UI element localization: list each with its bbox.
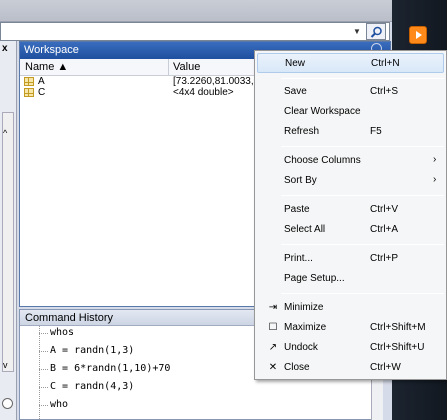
- list-item[interactable]: A = randn(1,3): [38, 345, 134, 356]
- close-icon: ✕: [268, 362, 278, 373]
- variable-name: A: [38, 76, 45, 87]
- menu-separator: [281, 244, 444, 245]
- menu-item-label: Clear Workspace: [284, 106, 361, 117]
- menu-item-shortcut: Ctrl+Shift+M: [370, 322, 426, 333]
- menu-item-print[interactable]: Print... Ctrl+P: [257, 249, 444, 269]
- menu-item-save[interactable]: Save Ctrl+S: [257, 82, 444, 102]
- menu-item-label: Save: [284, 86, 307, 97]
- menu-item-label: Page Setup...: [284, 273, 345, 284]
- menu-item-shortcut: Ctrl+Shift+U: [370, 342, 425, 353]
- scroll-up-icon[interactable]: ^: [3, 128, 7, 138]
- menu-separator: [281, 146, 444, 147]
- app-launch-icon[interactable]: [409, 26, 427, 44]
- chevron-down-icon[interactable]: ▼: [350, 24, 364, 39]
- column-header-value[interactable]: Value: [173, 61, 200, 73]
- menu-item-sort-by[interactable]: Sort By ›: [257, 171, 444, 191]
- context-menu: New Ctrl+N Save Ctrl+S Clear Workspace R…: [254, 50, 447, 380]
- menu-item-label: Select All: [284, 224, 326, 235]
- variable-name: C: [38, 87, 46, 98]
- menu-item-label: Choose Columns: [284, 155, 361, 166]
- menu-separator: [281, 195, 444, 196]
- menu-item-shortcut: Ctrl+S: [370, 86, 399, 97]
- menu-item-label: Sort By: [284, 175, 317, 186]
- menu-item-label: Maximize: [284, 322, 327, 333]
- column-header-name[interactable]: Name ▲: [25, 61, 68, 73]
- menu-item-label: Minimize: [284, 302, 324, 313]
- maximize-icon: ☐: [268, 322, 278, 333]
- menu-item-choose-columns[interactable]: Choose Columns ›: [257, 151, 444, 171]
- list-item[interactable]: B = 6*randn(1,10)+70: [38, 363, 170, 374]
- left-scrollbar[interactable]: [2, 112, 14, 372]
- menu-item-close[interactable]: ✕ Close Ctrl+W: [257, 358, 444, 378]
- variable-value: <4x4 double>: [173, 87, 234, 98]
- menu-item-minimize[interactable]: ⇥ Minimize: [257, 298, 444, 318]
- menu-separator: [281, 78, 444, 79]
- menu-item-select-all[interactable]: Select All Ctrl+A: [257, 220, 444, 240]
- chevron-right-icon: ›: [433, 174, 437, 185]
- search-icon: [370, 26, 382, 38]
- scroll-down-icon[interactable]: v: [3, 360, 8, 370]
- close-icon[interactable]: x: [2, 43, 8, 54]
- minimize-icon: ⇥: [268, 302, 278, 313]
- menu-item-shortcut: Ctrl+V: [370, 204, 399, 215]
- panel-action-icon[interactable]: [2, 398, 13, 409]
- toolbar-strip: [0, 0, 447, 22]
- menu-item-label: Undock: [284, 342, 318, 353]
- menu-item-undock[interactable]: ↗ Undock Ctrl+Shift+U: [257, 338, 444, 358]
- menu-item-clear-workspace[interactable]: Clear Workspace: [257, 102, 444, 122]
- menu-item-shortcut: Ctrl+N: [371, 58, 400, 69]
- menu-item-maximize[interactable]: ☐ Maximize Ctrl+Shift+M: [257, 318, 444, 338]
- menu-item-shortcut: Ctrl+P: [370, 253, 399, 264]
- search-button[interactable]: [366, 23, 386, 40]
- column-divider[interactable]: [168, 59, 169, 76]
- menu-item-paste[interactable]: Paste Ctrl+V: [257, 200, 444, 220]
- menu-item-shortcut: Ctrl+W: [370, 362, 401, 373]
- menu-item-label: Refresh: [284, 126, 320, 137]
- matrix-icon: [24, 77, 34, 86]
- chevron-right-icon: ›: [433, 154, 437, 165]
- menu-item-label: Paste: [284, 204, 310, 215]
- matrix-icon: [24, 88, 34, 97]
- menu-item-refresh[interactable]: Refresh F5: [257, 122, 444, 142]
- menu-item-label: Print...: [284, 253, 313, 264]
- menu-item-label: New: [285, 58, 306, 69]
- menu-item-page-setup[interactable]: Page Setup...: [257, 269, 444, 289]
- menu-item-label: Close: [284, 362, 310, 373]
- menu-separator: [281, 293, 444, 294]
- list-item[interactable]: who: [38, 399, 68, 410]
- variable-value: [73.2260,81.0033,: [173, 76, 254, 87]
- list-item[interactable]: C = randn(4,3): [38, 381, 134, 392]
- undock-icon: ↗: [268, 342, 278, 353]
- current-folder-field[interactable]: [0, 22, 390, 41]
- menu-item-shortcut: F5: [370, 126, 382, 137]
- menu-item-shortcut: Ctrl+A: [370, 224, 399, 235]
- list-item[interactable]: whos: [38, 327, 74, 338]
- menu-item-new[interactable]: New Ctrl+N: [257, 53, 444, 73]
